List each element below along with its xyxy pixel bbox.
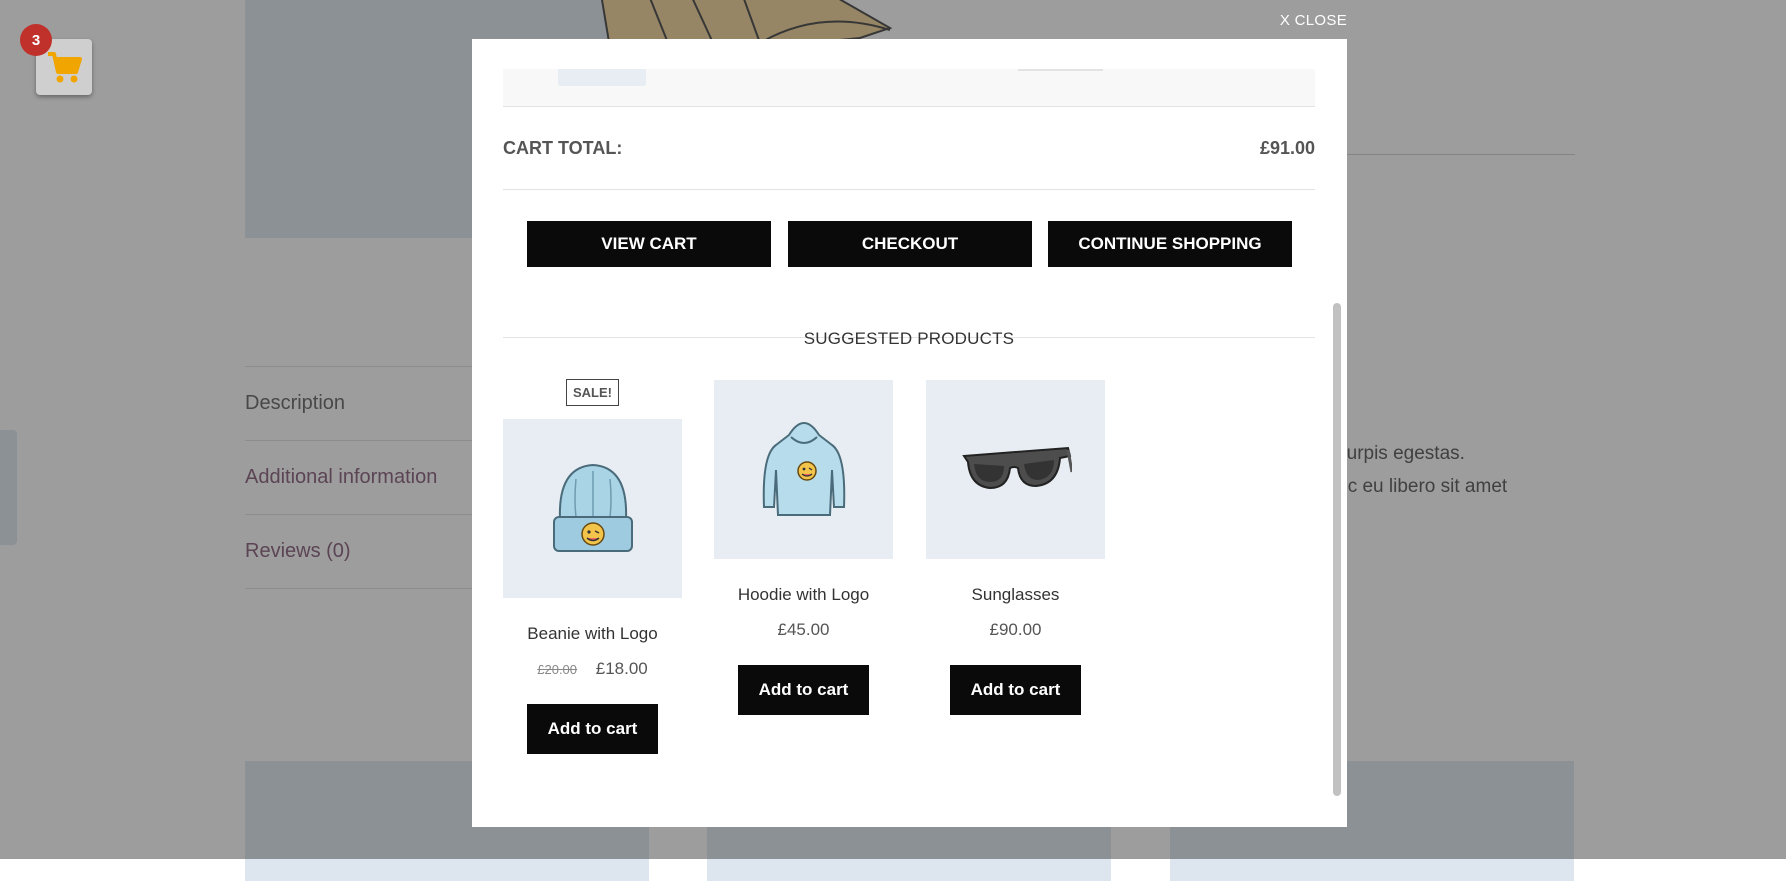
view-cart-button[interactable]: VIEW CART [527,221,771,267]
continue-shopping-button[interactable]: CONTINUE SHOPPING [1048,221,1292,267]
hoodie-icon [762,421,845,516]
add-to-cart-button[interactable]: Add to cart [950,665,1081,715]
cart-popup-modal: CART TOTAL: £91.00 VIEW CART CHECKOUT CO… [472,39,1347,827]
shopping-cart-icon [48,52,82,83]
checkout-button[interactable]: CHECKOUT [788,221,1032,267]
sale-price: £18.00 [595,659,648,678]
add-to-cart-button[interactable]: Add to cart [527,704,658,754]
sunglasses-icon [961,446,1072,489]
cart-actions: VIEW CART CHECKOUT CONTINUE SHOPPING [503,189,1315,338]
suggested-products-title: SUGGESTED PRODUCTS [803,329,1015,348]
product-price: £45.00 [777,620,830,639]
product-name[interactable]: Beanie with Logo [503,624,682,644]
product-price: £20.00 £18.00 [503,659,682,679]
close-modal-button[interactable]: X CLOSE [1280,12,1347,29]
suggested-product-card: SALE! Beanie with Logo £20.00 £18.00 Add… [503,379,682,754]
add-to-cart-button[interactable]: Add to cart [738,665,869,715]
suggested-product-card: Hoodie with Logo £45.00 Add to cart [714,380,893,715]
sale-badge: SALE! [566,379,619,406]
product-name[interactable]: Sunglasses [926,585,1105,605]
cart-total-row: CART TOTAL: £91.00 [503,107,1315,190]
original-price: £20.00 [537,662,578,677]
cart-total-label: CART TOTAL: [503,137,623,158]
cart-count-badge: 3 [20,24,52,56]
cart-item-thumbnail [558,69,646,86]
modal-scrollbar[interactable] [1333,303,1341,796]
sunglasses-image[interactable] [926,380,1105,559]
cart-total-value: £91.00 [1259,137,1315,158]
beanie-icon [552,463,633,552]
product-name[interactable]: Hoodie with Logo [714,585,893,605]
suggested-product-card: Sunglasses £90.00 Add to cart [926,380,1105,715]
product-price: £90.00 [989,620,1042,639]
cart-item-quantity[interactable] [1018,69,1103,71]
beanie-image[interactable] [503,419,682,598]
cart-item-row [503,69,1315,107]
hoodie-image[interactable] [714,380,893,559]
